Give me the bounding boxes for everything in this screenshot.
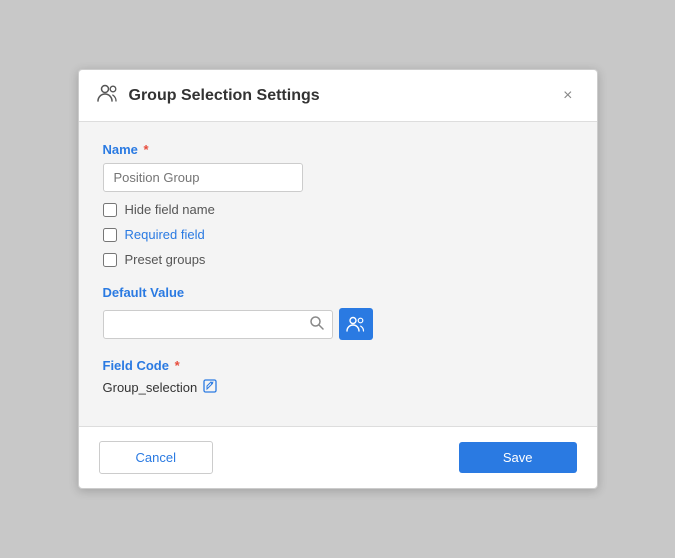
- search-button[interactable]: [309, 315, 324, 333]
- preset-groups-checkbox[interactable]: [103, 253, 117, 267]
- required-field-label[interactable]: Required field: [125, 227, 205, 242]
- required-star-name: *: [140, 142, 149, 157]
- dialog-title-group: Group Selection Settings: [97, 84, 320, 107]
- default-value-search-wrapper: [103, 310, 333, 339]
- hide-field-name-label[interactable]: Hide field name: [125, 202, 215, 217]
- name-field-group: Name *: [103, 142, 573, 192]
- preset-groups-label[interactable]: Preset groups: [125, 252, 206, 267]
- dialog-header: Group Selection Settings ×: [79, 70, 597, 122]
- field-code-value-row: Group_selection: [103, 379, 573, 396]
- dialog-title: Group Selection Settings: [129, 87, 320, 105]
- required-field-checkbox[interactable]: [103, 228, 117, 242]
- default-value-label: Default Value: [103, 285, 573, 300]
- close-button[interactable]: ×: [557, 86, 578, 106]
- save-button[interactable]: Save: [459, 442, 577, 473]
- group-picker-button[interactable]: [339, 308, 373, 340]
- required-star-code: *: [171, 358, 180, 373]
- required-field-row: Required field: [103, 227, 573, 242]
- default-value-row: [103, 308, 573, 340]
- hide-field-name-row: Hide field name: [103, 202, 573, 217]
- preset-groups-row: Preset groups: [103, 252, 573, 267]
- field-code-label: Field Code *: [103, 358, 573, 373]
- cancel-button[interactable]: Cancel: [99, 441, 213, 474]
- name-input[interactable]: [103, 163, 303, 192]
- default-value-input[interactable]: [104, 311, 309, 338]
- edit-field-code-icon[interactable]: [203, 379, 217, 396]
- group-icon: [97, 84, 119, 107]
- dialog-body: Name * Hide field name Required field Pr…: [79, 122, 597, 426]
- field-code-value: Group_selection: [103, 380, 198, 395]
- default-value-section: Default Value: [103, 285, 573, 340]
- group-selection-settings-dialog: Group Selection Settings × Name * Hide f…: [78, 69, 598, 489]
- name-label: Name *: [103, 142, 573, 157]
- field-code-section: Field Code * Group_selection: [103, 358, 573, 396]
- dialog-footer: Cancel Save: [79, 426, 597, 488]
- hide-field-name-checkbox[interactable]: [103, 203, 117, 217]
